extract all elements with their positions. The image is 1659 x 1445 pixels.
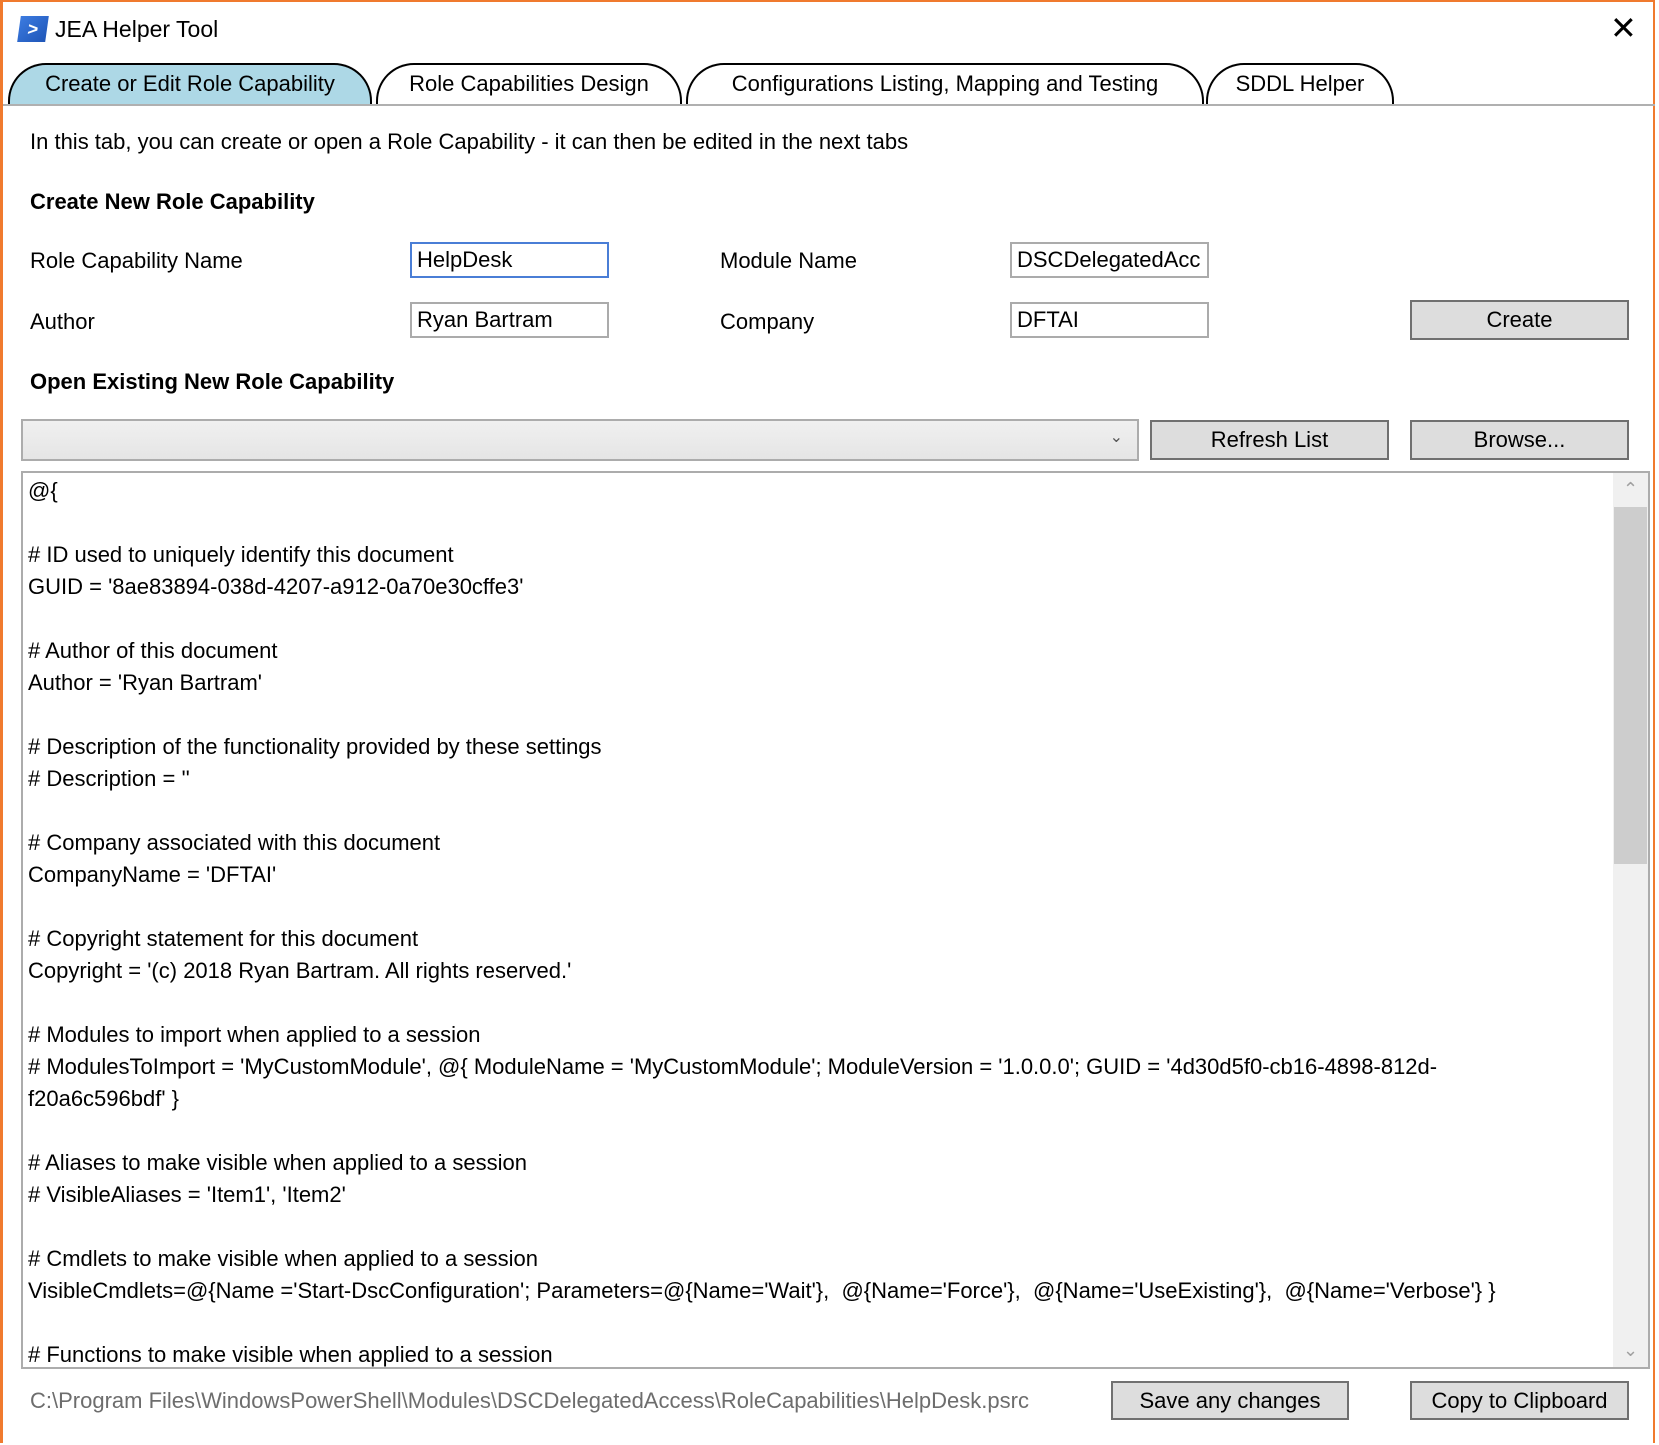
editor-text[interactable]: @{ # ID used to uniquely identify this do… (28, 475, 1608, 1367)
open-heading: Open Existing New Role Capability (30, 369, 395, 394)
scrollbar-thumb[interactable] (1614, 507, 1647, 864)
author-input[interactable]: Ryan Bartram (410, 302, 609, 338)
editor-line: CompanyName = 'DFTAI' (28, 862, 277, 887)
refresh-list-button[interactable]: Refresh List (1150, 420, 1389, 460)
editor-line: # Functions to make visible when applied… (28, 1342, 553, 1367)
role-name-input[interactable]: HelpDesk (410, 242, 609, 278)
tab-create-or-edit[interactable]: Create or Edit Role Capability (8, 63, 372, 104)
browse-button[interactable]: Browse... (1410, 420, 1629, 460)
editor-line: # Copyright statement for this document (28, 926, 419, 951)
editor-line: # VisibleAliases = 'Item1', 'Item2' (28, 1182, 346, 1207)
tab-divider (3, 104, 1655, 106)
chevron-down-icon: ⌄ (1109, 429, 1123, 446)
role-capability-dropdown[interactable]: ⌄ (21, 419, 1139, 461)
editor-line: # Description = '' (28, 766, 190, 791)
intro-text: In this tab, you can create or open a Ro… (30, 129, 909, 154)
editor-line: # Modules to import when applied to a se… (28, 1022, 481, 1047)
editor-line: # Company associated with this document (28, 830, 441, 855)
scroll-up-icon[interactable]: ⌃ (1613, 479, 1648, 500)
editor-line: Copyright = '(c) 2018 Ryan Bartram. All … (28, 958, 572, 983)
editor-line: VisibleCmdlets=@{Name ='Start-DscConfigu… (28, 1278, 1496, 1303)
module-name-input[interactable]: DSCDelegatedAcc (1010, 242, 1209, 278)
editor-line: # Description of the functionality provi… (28, 734, 602, 759)
vertical-scrollbar[interactable]: ⌃ ⌄ (1613, 473, 1648, 1367)
role-capability-editor[interactable]: @{ # ID used to uniquely identify this do… (21, 471, 1650, 1369)
editor-line: @{ (28, 478, 58, 503)
editor-line: f20a6c596bdf' } (28, 1086, 180, 1111)
editor-line: # ModulesToImport = 'MyCustomModule', @{… (28, 1054, 1438, 1079)
author-label: Author (30, 309, 95, 334)
editor-line: # Aliases to make visible when applied t… (28, 1150, 527, 1175)
company-input[interactable]: DFTAI (1010, 302, 1209, 338)
tab-configurations[interactable]: Configurations Listing, Mapping and Test… (686, 63, 1204, 104)
scroll-down-icon[interactable]: ⌄ (1613, 1340, 1648, 1361)
create-heading: Create New Role Capability (30, 189, 315, 214)
save-changes-button[interactable]: Save any changes (1111, 1381, 1349, 1420)
copy-to-clipboard-button[interactable]: Copy to Clipboard (1410, 1381, 1629, 1420)
company-label: Company (720, 309, 815, 334)
editor-line: # Author of this document (28, 638, 278, 663)
editor-line: # Cmdlets to make visible when applied t… (28, 1246, 538, 1271)
editor-line: Author = 'Ryan Bartram' (28, 670, 262, 695)
module-name-label: Module Name (720, 248, 857, 273)
powershell-icon: > (17, 16, 49, 42)
tab-role-capabilities-design[interactable]: Role Capabilities Design (376, 63, 682, 104)
role-name-label: Role Capability Name (30, 248, 243, 273)
editor-line: # ID used to uniquely identify this docu… (28, 542, 454, 567)
close-icon[interactable]: ✕ (1610, 10, 1637, 46)
file-path-text: C:\Program Files\WindowsPowerShell\Modul… (30, 1388, 1029, 1413)
tab-sddl-helper[interactable]: SDDL Helper (1206, 63, 1394, 104)
create-button[interactable]: Create (1410, 300, 1629, 340)
editor-line: GUID = '8ae83894-038d-4207-a912-0a70e30c… (28, 574, 524, 599)
window-title: JEA Helper Tool (55, 16, 219, 42)
